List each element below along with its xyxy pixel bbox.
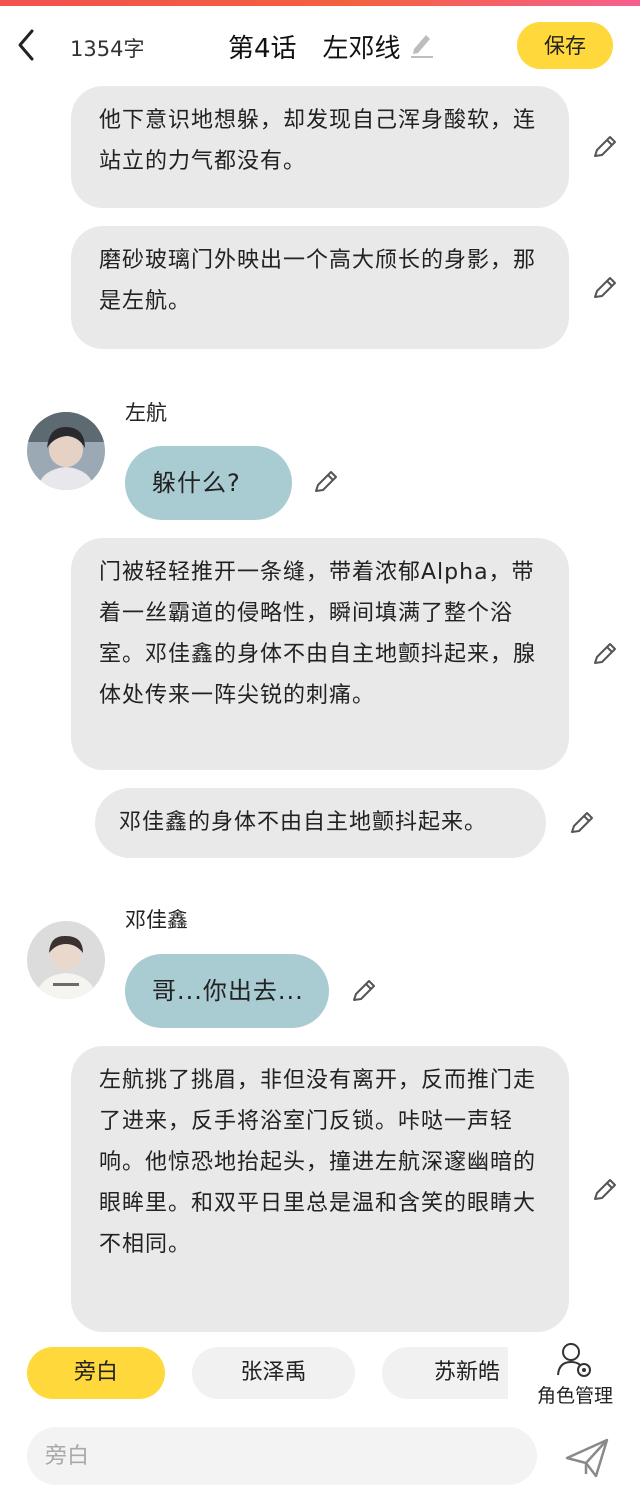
avatar[interactable]	[27, 412, 105, 490]
send-button[interactable]	[562, 1434, 612, 1482]
pencil-icon	[594, 643, 616, 664]
dialogue-bubble[interactable]: 躲什么?	[125, 446, 292, 520]
pencil-icon	[315, 471, 337, 492]
narration-bubble[interactable]: 左航挑了挑眉，非但没有离开，反而推门走了进来，反手将浴室门反锁。咔哒一声轻响。他…	[71, 1046, 569, 1332]
edit-title-button[interactable]	[408, 29, 436, 59]
chapter-title[interactable]: 第4话 左邓线	[228, 28, 401, 65]
paper-plane-icon	[565, 1438, 609, 1478]
role-button[interactable]: 张泽禹	[192, 1347, 355, 1399]
dialogue-bubble[interactable]: 哥...你出去...	[125, 954, 329, 1028]
avatar[interactable]	[27, 921, 105, 999]
edit-message-button[interactable]	[591, 640, 619, 668]
pencil-icon	[571, 812, 593, 833]
character-avatar-image	[27, 412, 105, 490]
word-count: 1354字	[70, 37, 145, 61]
role-selector: 旁白 张泽禹 苏新皓 角色管理	[0, 1335, 640, 1415]
character-name: 左航	[125, 401, 167, 425]
chevron-left-icon	[18, 29, 34, 61]
pencil-icon	[594, 277, 616, 298]
role-manage-label: 角色管理	[536, 1385, 613, 1407]
role-manage-button[interactable]: 角色管理	[530, 1341, 620, 1407]
pencil-icon	[594, 1179, 616, 1200]
edit-message-button[interactable]	[350, 977, 378, 1005]
edit-message-button[interactable]	[312, 468, 340, 496]
edit-message-button[interactable]	[591, 274, 619, 302]
user-gear-icon	[557, 1343, 591, 1377]
save-button[interactable]: 保存	[517, 22, 613, 69]
pencil-icon	[411, 35, 433, 58]
narration-bubble[interactable]: 磨砂玻璃门外映出一个高大颀长的身影，那是左航。	[71, 226, 569, 349]
role-narration-button[interactable]: 旁白	[27, 1347, 165, 1399]
narration-bubble[interactable]: 他下意识地想躲，却发现自己浑身酸软，连站立的力气都没有。	[71, 86, 569, 208]
edit-message-button[interactable]	[591, 133, 619, 161]
pencil-icon	[594, 136, 616, 157]
character-name: 邓佳鑫	[125, 908, 188, 932]
pencil-icon	[353, 980, 375, 1001]
character-avatar-image	[27, 921, 105, 999]
narration-bubble[interactable]: 门被轻轻推开一条缝，带着浓郁Alpha，带着一丝霸道的侵略性，瞬间填满了整个浴室…	[71, 538, 569, 770]
role-button[interactable]: 苏新皓	[382, 1347, 508, 1399]
edit-message-button[interactable]	[591, 1176, 619, 1204]
edit-message-button[interactable]	[568, 809, 596, 837]
editor-header: 1354字 第4话 左邓线 保存	[0, 6, 640, 86]
back-button[interactable]	[12, 26, 44, 64]
message-input[interactable]	[27, 1427, 537, 1485]
narration-bubble[interactable]: 邓佳鑫的身体不由自主地颤抖起来。	[95, 788, 546, 858]
